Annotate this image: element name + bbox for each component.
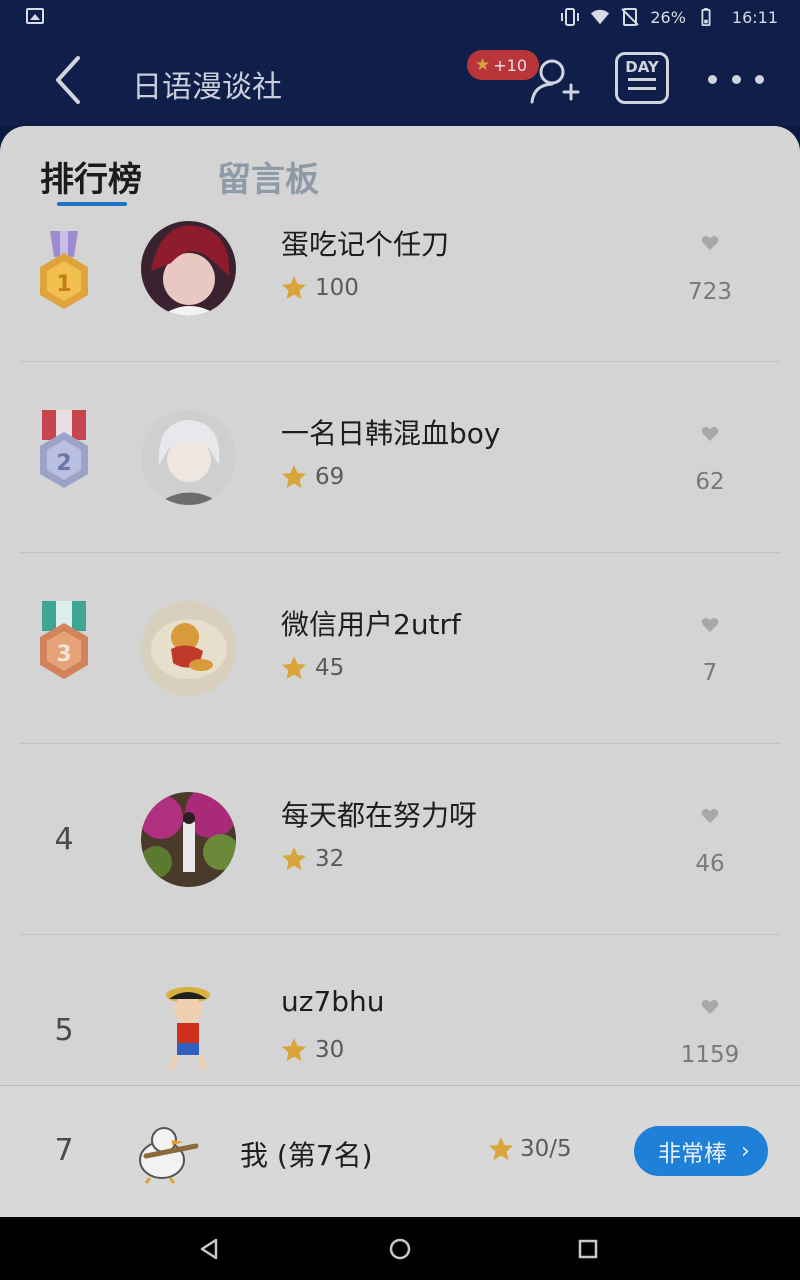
svg-text:1: 1	[56, 272, 71, 297]
more-options-icon[interactable]	[708, 64, 764, 94]
points-badge: ★ +10	[467, 50, 540, 80]
battery-icon	[701, 8, 711, 26]
leaderboard-list[interactable]: 1 蛋吃记个任刀 100 723 2 一名日韩混血boy 69 62 3 微信用…	[0, 218, 800, 1085]
page-title: 日语漫谈社	[132, 70, 282, 105]
clock: 16:11	[731, 7, 778, 27]
avatar[interactable]	[141, 983, 236, 1078]
status-icons: 26% 16:11	[560, 6, 778, 28]
avatar[interactable]	[141, 792, 236, 887]
avatar[interactable]	[141, 601, 236, 696]
points-badge-text: +10	[493, 55, 528, 75]
user-score: 100	[281, 275, 359, 301]
like-count: 7	[702, 660, 718, 686]
silver-medal-icon: 2	[40, 410, 88, 488]
day-label: DAY	[625, 58, 659, 76]
system-nav-bar	[0, 1217, 800, 1280]
tab-bar: 排行榜 留言板	[0, 126, 800, 218]
star-icon	[489, 1137, 513, 1160]
star-icon	[282, 465, 306, 488]
bronze-medal-icon: 3	[40, 601, 88, 679]
star-icon	[282, 276, 306, 299]
rank-number: 5	[54, 1013, 74, 1048]
back-arrow-icon[interactable]	[40, 50, 100, 110]
my-avatar[interactable]	[132, 1120, 202, 1184]
star-icon: ★	[475, 55, 491, 75]
nav-recents-icon[interactable]	[574, 1235, 602, 1263]
svg-text:3: 3	[56, 642, 71, 667]
battery-percent: 26%	[650, 7, 686, 27]
my-rank-number: 7	[54, 1133, 74, 1168]
like-heart-icon[interactable]	[701, 808, 719, 824]
my-name: 我 (第7名)	[240, 1139, 373, 1172]
user-score: 32	[281, 846, 344, 872]
list-item[interactable]: 4 每天都在努力呀 32 46	[0, 744, 800, 935]
my-rank-bar: 7 我 (第7名) 30/5 非常棒 ›	[0, 1085, 800, 1217]
vibrate-icon	[561, 8, 580, 26]
user-score: 69	[281, 464, 344, 490]
star-icon	[282, 656, 306, 679]
list-item[interactable]: 1 蛋吃记个任刀 100 723	[0, 218, 800, 362]
no-sim-icon	[621, 8, 640, 26]
status-bar: 26% 16:11	[0, 0, 800, 34]
lines-icon	[628, 78, 656, 90]
list-item[interactable]: 3 微信用户2utrf 45 7	[0, 553, 800, 744]
like-count: 46	[695, 851, 725, 877]
like-heart-icon[interactable]	[701, 426, 719, 442]
user-score: 30	[281, 1037, 344, 1063]
daily-checkin-button[interactable]: DAY	[615, 52, 669, 104]
list-item[interactable]: 2 一名日韩混血boy 69 62	[0, 362, 800, 553]
nav-home-icon[interactable]	[386, 1235, 414, 1263]
like-count: 1159	[680, 1042, 740, 1068]
content-sheet: 排行榜 留言板 1 蛋吃记个任刀 100 723 2 一名日韩混血boy 69 …	[0, 126, 800, 1217]
wifi-icon	[591, 9, 610, 25]
user-name: 每天都在努力呀	[281, 799, 478, 832]
tab-message-board[interactable]: 留言板	[217, 152, 319, 201]
user-name: 蛋吃记个任刀	[281, 228, 450, 261]
great-button-label: 非常棒	[658, 1141, 727, 1167]
list-item[interactable]: 5 uz7bhu 30 1159	[0, 935, 800, 1085]
gold-medal-icon: 1	[40, 231, 88, 309]
great-button[interactable]: 非常棒 ›	[634, 1126, 768, 1176]
avatar[interactable]	[141, 221, 236, 316]
user-score: 45	[281, 655, 344, 681]
my-score: 30/5	[488, 1136, 572, 1162]
tab-leaderboard[interactable]: 排行榜	[40, 152, 142, 201]
rank-number: 4	[54, 822, 74, 857]
chevron-right-icon: ›	[741, 1138, 750, 1164]
star-icon	[282, 847, 306, 870]
tab-indicator	[57, 202, 127, 206]
app-bar: 日语漫谈社 ★ +10 DAY	[0, 34, 800, 126]
user-name: uz7bhu	[281, 985, 385, 1018]
avatar[interactable]	[141, 410, 236, 505]
user-name: 一名日韩混血boy	[281, 417, 501, 450]
like-count: 62	[695, 469, 725, 495]
svg-text:2: 2	[56, 451, 71, 476]
gallery-icon	[26, 8, 44, 24]
like-heart-icon[interactable]	[701, 617, 719, 633]
user-name: 微信用户2utrf	[281, 608, 461, 641]
like-heart-icon[interactable]	[701, 235, 719, 251]
nav-back-icon[interactable]	[196, 1235, 224, 1263]
star-icon	[282, 1038, 306, 1061]
like-heart-icon[interactable]	[701, 999, 719, 1015]
like-count: 723	[688, 279, 732, 305]
